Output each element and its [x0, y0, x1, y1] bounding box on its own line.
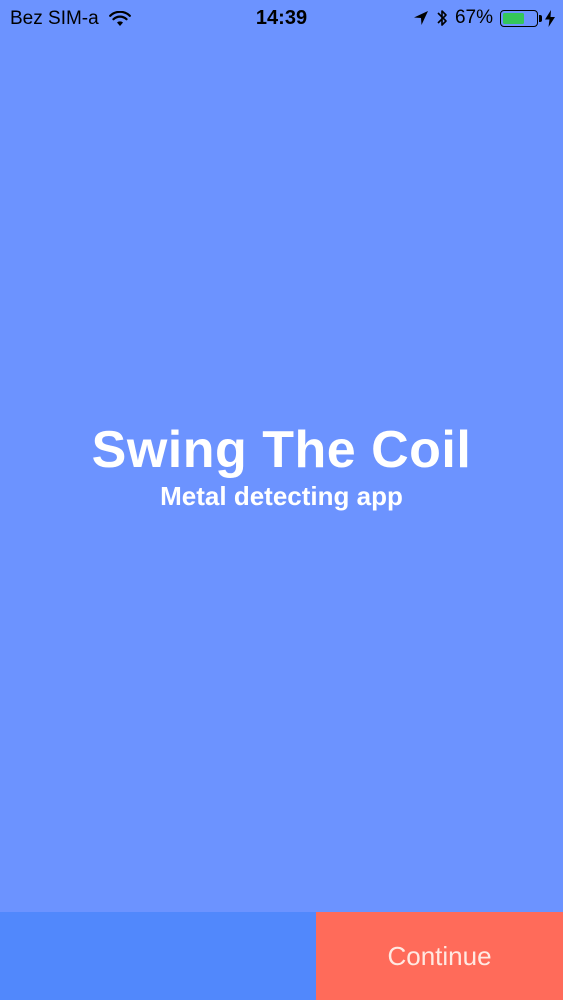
bottom-bar-left-panel	[0, 912, 316, 1000]
status-bar: Bez SIM-a 14:39 67%	[0, 0, 563, 38]
onboarding-screen: Bez SIM-a 14:39 67% Swing The Coil Metal…	[0, 0, 563, 1000]
bluetooth-icon	[436, 8, 448, 28]
continue-button[interactable]: Continue	[316, 912, 563, 1000]
app-subtitle: Metal detecting app	[160, 481, 403, 511]
bottom-bar: Continue	[0, 912, 563, 1000]
hero: Swing The Coil Metal detecting app	[0, 418, 563, 512]
location-arrow-icon	[413, 10, 429, 26]
battery-icon	[500, 9, 542, 27]
status-right: 67%	[413, 7, 555, 29]
battery-level-fill	[503, 12, 525, 24]
status-left: Bez SIM-a	[10, 8, 131, 30]
battery-tip	[539, 14, 542, 22]
app-title: Swing The Coil	[91, 421, 472, 479]
carrier-label: Bez SIM-a	[10, 8, 99, 29]
wifi-icon	[108, 11, 131, 27]
charging-bolt-icon	[545, 9, 555, 27]
battery-percent: 67%	[454, 7, 493, 28]
